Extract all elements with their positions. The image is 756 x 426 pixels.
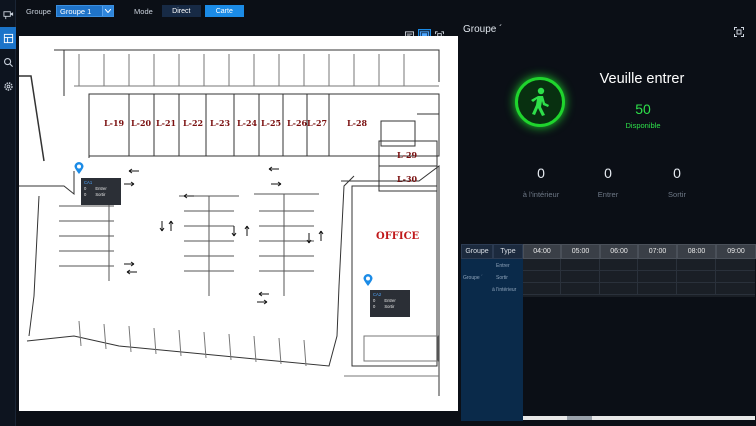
sortir-label: Sortir xyxy=(384,304,395,309)
parking-map[interactable]: L-19 L-20 L-21 L-22 L-23 L-24 L-25 L-26 … xyxy=(19,36,458,411)
table-row-labels: Groupe ´ Entrer Sortir à l'intérieur xyxy=(461,259,523,421)
col-header-time: 06:00 xyxy=(600,244,638,259)
left-rail xyxy=(0,0,16,426)
camera-pin-icon[interactable] xyxy=(363,274,373,287)
available-count: 50 xyxy=(635,101,651,117)
table-row xyxy=(523,259,755,271)
group-status-panel: Groupe ´ Veuille entrer 50 Disponible 0 … xyxy=(458,20,756,426)
mode-carte-button[interactable]: Carte xyxy=(204,5,244,17)
panel-title: Groupe ´ xyxy=(463,24,503,35)
slot-label-29: L-29 xyxy=(397,150,418,160)
slot-label: L-21 xyxy=(156,118,177,128)
counter-exit-label: Sortir xyxy=(668,190,686,199)
slot-label: L-24 xyxy=(237,118,258,128)
table-grid xyxy=(523,259,755,297)
floor-plan xyxy=(19,49,440,396)
col-header-type: Type xyxy=(493,244,523,259)
camera-pin-icon[interactable] xyxy=(74,162,84,175)
scrollbar-thumb[interactable] xyxy=(567,416,592,420)
counter-inside: 0 à l'intérieur xyxy=(511,165,571,199)
counter-enter-value: 0 xyxy=(604,165,612,181)
row-type-label: Sortir xyxy=(496,275,508,281)
group-label: Groupe xyxy=(26,6,52,16)
rail-camera-button[interactable] xyxy=(0,3,16,25)
counter-inside-value: 0 xyxy=(537,165,545,181)
col-header-group: Groupe xyxy=(461,244,493,259)
slot-label: L-20 xyxy=(131,118,152,128)
slot-label: L-19 xyxy=(104,118,125,128)
top-bar: Groupe Groupe 1 Mode Direct Carte xyxy=(16,0,460,22)
sortir-count: 0 xyxy=(373,304,376,309)
office-label: OFFICE xyxy=(376,231,420,242)
mode-label: Mode xyxy=(134,6,153,16)
counter-enter: 0 Entrer xyxy=(578,165,638,199)
camera-popup-ca2[interactable]: CA2 0 Entrer 0 Sortir xyxy=(370,290,410,317)
fullscreen-icon[interactable] xyxy=(734,27,744,37)
table-row xyxy=(523,283,755,295)
counter-exit-value: 0 xyxy=(673,165,681,181)
camera-popup-title: CA2 xyxy=(373,292,382,297)
walking-person-icon xyxy=(531,87,549,116)
sortir-label: Sortir xyxy=(95,192,106,197)
slot-label: L-22 xyxy=(183,118,204,128)
mode-direct-button[interactable]: Direct xyxy=(161,5,201,17)
rail-search-button[interactable] xyxy=(0,51,16,73)
camera-icon xyxy=(2,10,13,19)
counter-inside-label: à l'intérieur xyxy=(522,190,560,199)
app-root: Groupe Groupe 1 Mode Direct Carte L-19 L… xyxy=(0,0,756,426)
camera-popup-ca1[interactable]: CA1 0 Entrer 0 Sortir xyxy=(81,178,121,205)
counter-enter-label: Entrer xyxy=(597,190,619,199)
col-header-time: 08:00 xyxy=(677,244,716,259)
slot-label: L-28 xyxy=(347,118,368,128)
status-text: Veuille entrer xyxy=(599,71,685,87)
group-select-value: Groupe 1 xyxy=(60,6,92,16)
table-horizontal-scrollbar[interactable] xyxy=(523,416,755,420)
status-indicator xyxy=(515,77,565,127)
slot-labels-row: L-19 L-20 L-21 L-22 L-23 L-24 L-25 L-26 … xyxy=(104,118,454,132)
col-header-time: 09:00 xyxy=(716,244,756,259)
row-type-label: Entrer xyxy=(496,263,510,269)
rail-map-button[interactable] xyxy=(0,27,16,49)
slot-label: L-23 xyxy=(210,118,231,128)
slot-label-30: L-30 xyxy=(397,174,418,184)
slot-label: L-25 xyxy=(261,118,282,128)
chevron-down-icon[interactable] xyxy=(102,6,114,16)
col-header-time: 07:00 xyxy=(638,244,677,259)
available-label: Disponible xyxy=(625,121,661,130)
rail-settings-button[interactable] xyxy=(0,75,16,97)
table-row xyxy=(523,271,755,283)
camera-popup-title: CA1 xyxy=(84,180,93,185)
map-icon xyxy=(3,33,13,43)
counter-exit: 0 Sortir xyxy=(647,165,707,199)
group-select[interactable]: Groupe 1 xyxy=(56,5,115,17)
sortir-count: 0 xyxy=(84,192,87,197)
col-header-time: 05:00 xyxy=(561,244,600,259)
search-icon xyxy=(3,57,13,67)
col-header-time: 04:00 xyxy=(523,244,561,259)
slot-label: L-26 xyxy=(287,118,308,128)
settings-icon xyxy=(3,81,13,91)
row-group-label: Groupe ´ xyxy=(463,275,483,281)
slot-label: L-27 xyxy=(307,118,328,128)
row-type-label: à l'intérieur xyxy=(492,287,517,293)
